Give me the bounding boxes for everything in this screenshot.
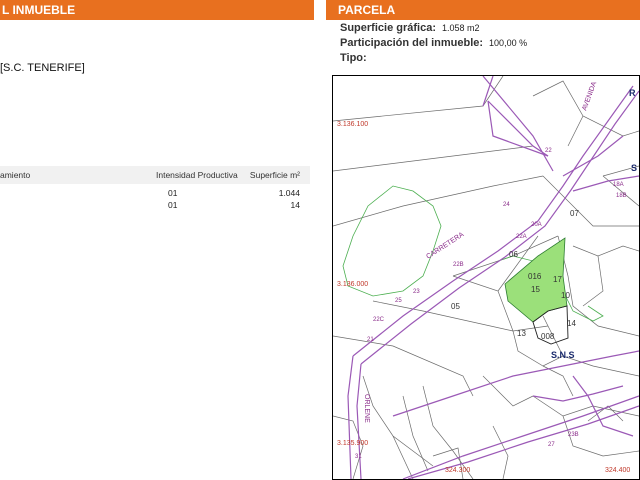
road-number: 18B	[616, 193, 627, 199]
parcel-label-06: 06	[509, 250, 518, 259]
field-surface: Superficie gráfica: 1.058 m2	[340, 22, 480, 34]
road-number: 18A	[613, 182, 624, 188]
field-participation: Participación del inmueble: 100,00 %	[340, 37, 527, 49]
road-number: 23B	[568, 432, 579, 438]
area-label-r: R	[629, 88, 636, 98]
parcel-label-10: 10	[561, 291, 570, 300]
row-area: 14	[290, 200, 300, 210]
coord-x-left: 324.300	[445, 467, 470, 474]
road-number: 27	[548, 442, 555, 448]
roads	[347, 76, 639, 479]
area-label-sns: S.N.S	[551, 350, 575, 360]
parcel-label-14: 14	[567, 319, 576, 328]
parcel-label-016: 016	[528, 272, 542, 281]
cadastral-map[interactable]: 3.136.100 3.136.000 3.135.900 324.300 32…	[332, 75, 640, 480]
road-number: 25	[395, 298, 402, 304]
road-number: 22A	[516, 234, 527, 240]
field-label: Superficie gráfica:	[340, 22, 436, 34]
parcel-boundaries	[333, 76, 639, 479]
right-panel-header: PARCELA	[326, 0, 640, 20]
coord-y-top: 3.136.100	[337, 121, 368, 128]
parcel-label-17: 17	[553, 275, 562, 284]
col-header-name: amiento	[0, 170, 31, 180]
road-number: 22B	[453, 262, 464, 268]
road-number: 31	[355, 454, 362, 460]
parcel-label-15: 15	[531, 285, 540, 294]
field-label: Participación del inmueble:	[340, 37, 484, 49]
parcel-label-13: 13	[517, 329, 526, 338]
col-header-intensity: Intensidad Productiva	[156, 170, 238, 180]
coord-x-right: 324.400	[605, 467, 630, 474]
road-label-carretera: CARRETERA	[425, 231, 465, 261]
field-value: 100,00 %	[489, 38, 528, 48]
road-number: 22	[545, 148, 552, 154]
road-number: 24	[503, 202, 510, 208]
parcel-label-07: 07	[570, 209, 579, 218]
road-number: 21	[367, 337, 374, 343]
location-text: [S.C. TENERIFE]	[0, 62, 85, 74]
field-type: Tipo:	[340, 52, 373, 64]
coord-y-bottom: 3.135.900	[337, 440, 368, 447]
parcel-label-05: 05	[451, 302, 460, 311]
road-number: 23	[413, 289, 420, 295]
road-label-avenida: AVENIDA	[581, 81, 598, 112]
road-number: 22C	[373, 317, 385, 323]
area-label-s: S	[631, 163, 637, 173]
table-header: amiento Intensidad Productiva Superficie…	[0, 166, 310, 184]
road-label-orlene: ORLENE	[363, 394, 370, 423]
col-header-area: Superficie m²	[249, 170, 300, 180]
header-gap	[314, 0, 326, 20]
parcel-label-008: 008	[541, 332, 555, 341]
table-row: 01 14	[0, 196, 310, 210]
map-svg: 3.136.100 3.136.000 3.135.900 324.300 32…	[333, 76, 639, 479]
coord-y-mid: 3.136.000	[337, 281, 368, 288]
field-value: 1.058 m2	[441, 23, 480, 33]
road-number: 20A	[531, 222, 542, 228]
row-intensity: 01	[168, 200, 178, 210]
left-panel-header: L INMUEBLE	[0, 0, 316, 20]
field-label: Tipo:	[340, 52, 367, 64]
